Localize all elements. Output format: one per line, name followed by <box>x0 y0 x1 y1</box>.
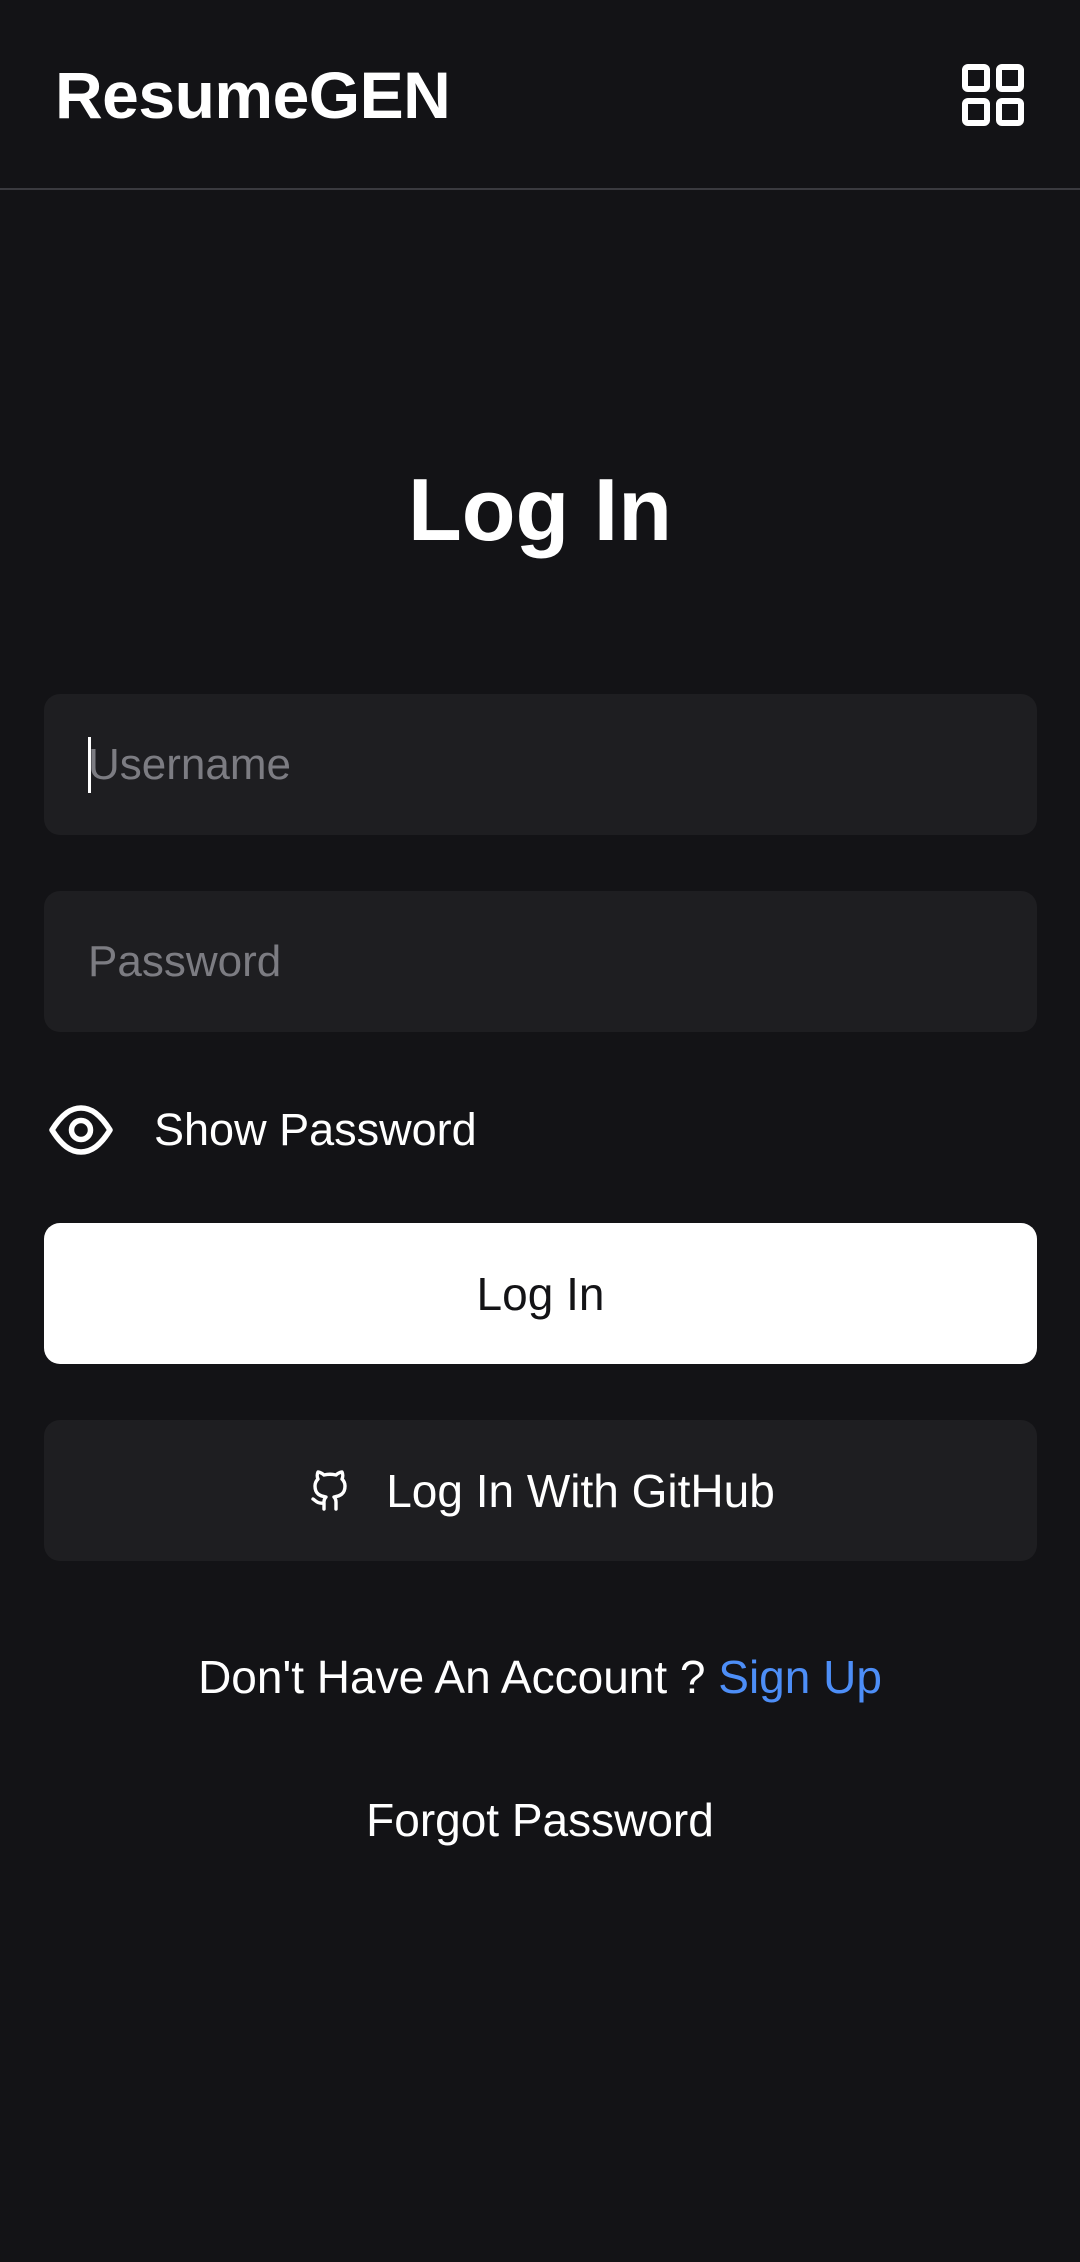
menu-button[interactable] <box>960 62 1026 128</box>
no-account-text: Don't Have An Account ? <box>198 1651 706 1703</box>
show-password-label: Show Password <box>154 1104 477 1155</box>
eye-icon <box>49 1105 113 1155</box>
grid-icon <box>962 64 1024 126</box>
github-icon <box>311 1469 347 1511</box>
login-button[interactable]: Log In <box>44 1223 1037 1364</box>
show-password-toggle[interactable]: Show Password <box>44 1090 477 1170</box>
github-button-label: Log In With GitHub <box>386 1464 775 1517</box>
page-title: Log In <box>408 460 672 559</box>
password-input[interactable] <box>44 891 1037 1032</box>
text-cursor <box>88 737 91 793</box>
forgot-password-link[interactable]: Forgot Password <box>0 1788 1080 1852</box>
brand-logo[interactable]: ResumeGEN <box>55 52 451 138</box>
username-input[interactable] <box>44 694 1037 835</box>
app-header: ResumeGEN <box>0 0 1080 190</box>
signup-link[interactable]: Sign Up <box>718 1651 882 1703</box>
github-login-button[interactable]: Log In With GitHub <box>44 1420 1037 1561</box>
signup-prompt: Don't Have An Account ? Sign Up <box>0 1645 1080 1709</box>
